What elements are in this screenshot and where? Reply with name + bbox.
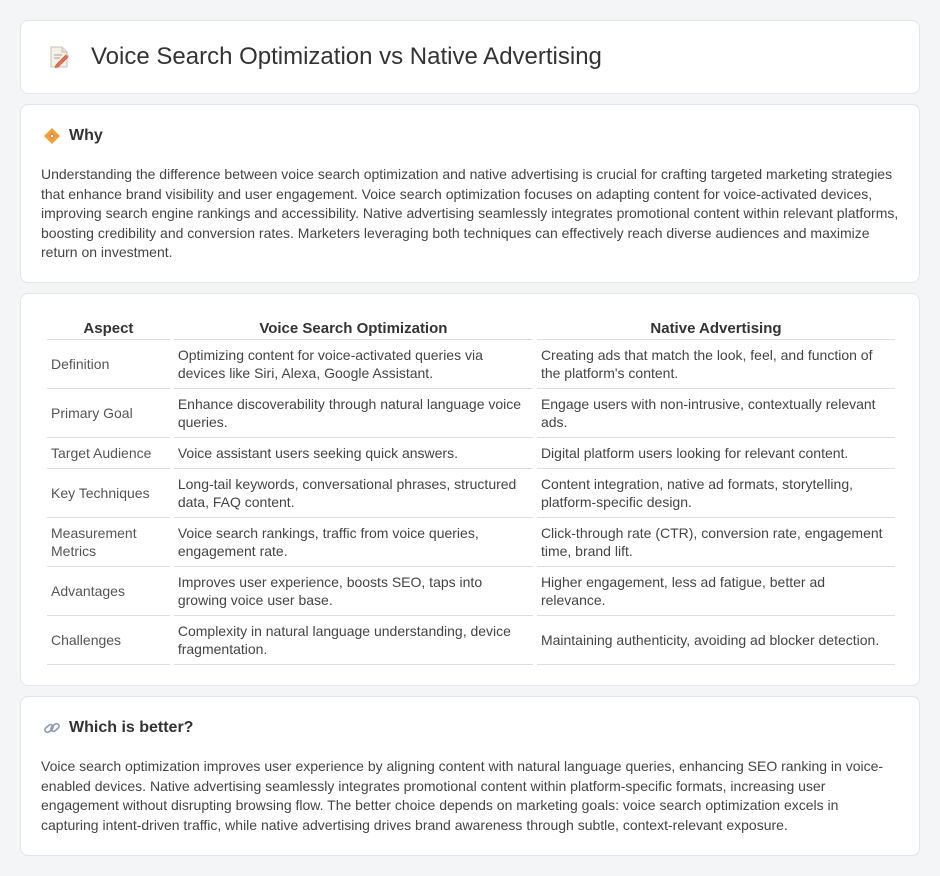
row-aspect: Key Techniques xyxy=(47,469,170,518)
document-pencil-icon xyxy=(47,45,71,69)
row-aspect: Challenges xyxy=(47,616,170,665)
why-card: Why Understanding the difference between… xyxy=(20,104,920,283)
table-row: Advantages Improves user experience, boo… xyxy=(47,567,895,616)
why-text: Understanding the difference between voi… xyxy=(41,166,899,260)
header-aspect: Aspect xyxy=(47,314,170,340)
comparison-card: Aspect Voice Search Optimization Native … xyxy=(20,293,920,686)
row-aspect: Primary Goal xyxy=(47,389,170,438)
row-aspect: Definition xyxy=(47,340,170,389)
page-title: Voice Search Optimization vs Native Adve… xyxy=(91,43,602,70)
table-row: Measurement Metrics Voice search ranking… xyxy=(47,518,895,567)
table-row: Target Audience Voice assistant users se… xyxy=(47,438,895,469)
better-title: Which is better? xyxy=(69,719,194,736)
row-voice: Improves user experience, boosts SEO, ta… xyxy=(173,567,533,616)
row-native: Higher engagement, less ad fatigue, bett… xyxy=(536,567,895,616)
header-native-advertising: Native Advertising xyxy=(536,314,895,340)
row-native: Engage users with non-intrusive, context… xyxy=(536,389,895,438)
table-row: Key Techniques Long-tail keywords, conve… xyxy=(47,469,895,518)
comparison-table: Aspect Voice Search Optimization Native … xyxy=(43,314,899,665)
diamond-signal-icon xyxy=(43,127,61,145)
link-icon xyxy=(43,719,61,737)
why-heading: Why xyxy=(43,127,103,145)
row-native: Digital platform users looking for relev… xyxy=(536,438,895,469)
row-voice: Enhance discoverability through natural … xyxy=(173,389,533,438)
row-native: Maintaining authenticity, avoiding ad bl… xyxy=(536,616,895,665)
row-native: Click-through rate (CTR), conversion rat… xyxy=(536,518,895,567)
row-voice: Voice assistant users seeking quick answ… xyxy=(173,438,533,469)
row-aspect: Target Audience xyxy=(47,438,170,469)
table-row: Definition Optimizing content for voice-… xyxy=(47,340,895,389)
header-voice-search: Voice Search Optimization xyxy=(173,314,533,340)
title-row: Voice Search Optimization vs Native Adve… xyxy=(21,21,919,93)
row-native: Creating ads that match the look, feel, … xyxy=(536,340,895,389)
row-voice: Optimizing content for voice-activated q… xyxy=(173,340,533,389)
table-header-row: Aspect Voice Search Optimization Native … xyxy=(47,314,895,340)
row-voice: Long-tail keywords, conversational phras… xyxy=(173,469,533,518)
which-better-card: Which is better? Voice search optimizati… xyxy=(20,696,920,856)
row-voice: Complexity in natural language understan… xyxy=(173,616,533,665)
row-voice: Voice search rankings, traffic from voic… xyxy=(173,518,533,567)
why-title: Why xyxy=(69,127,103,144)
better-text: Voice search optimization improves user … xyxy=(41,758,884,833)
row-aspect: Advantages xyxy=(47,567,170,616)
title-card: Voice Search Optimization vs Native Adve… xyxy=(20,20,920,94)
row-native: Content integration, native ad formats, … xyxy=(536,469,895,518)
table-row: Primary Goal Enhance discoverability thr… xyxy=(47,389,895,438)
better-heading: Which is better? xyxy=(43,719,193,737)
table-row: Challenges Complexity in natural languag… xyxy=(47,616,895,665)
row-aspect: Measurement Metrics xyxy=(47,518,170,567)
